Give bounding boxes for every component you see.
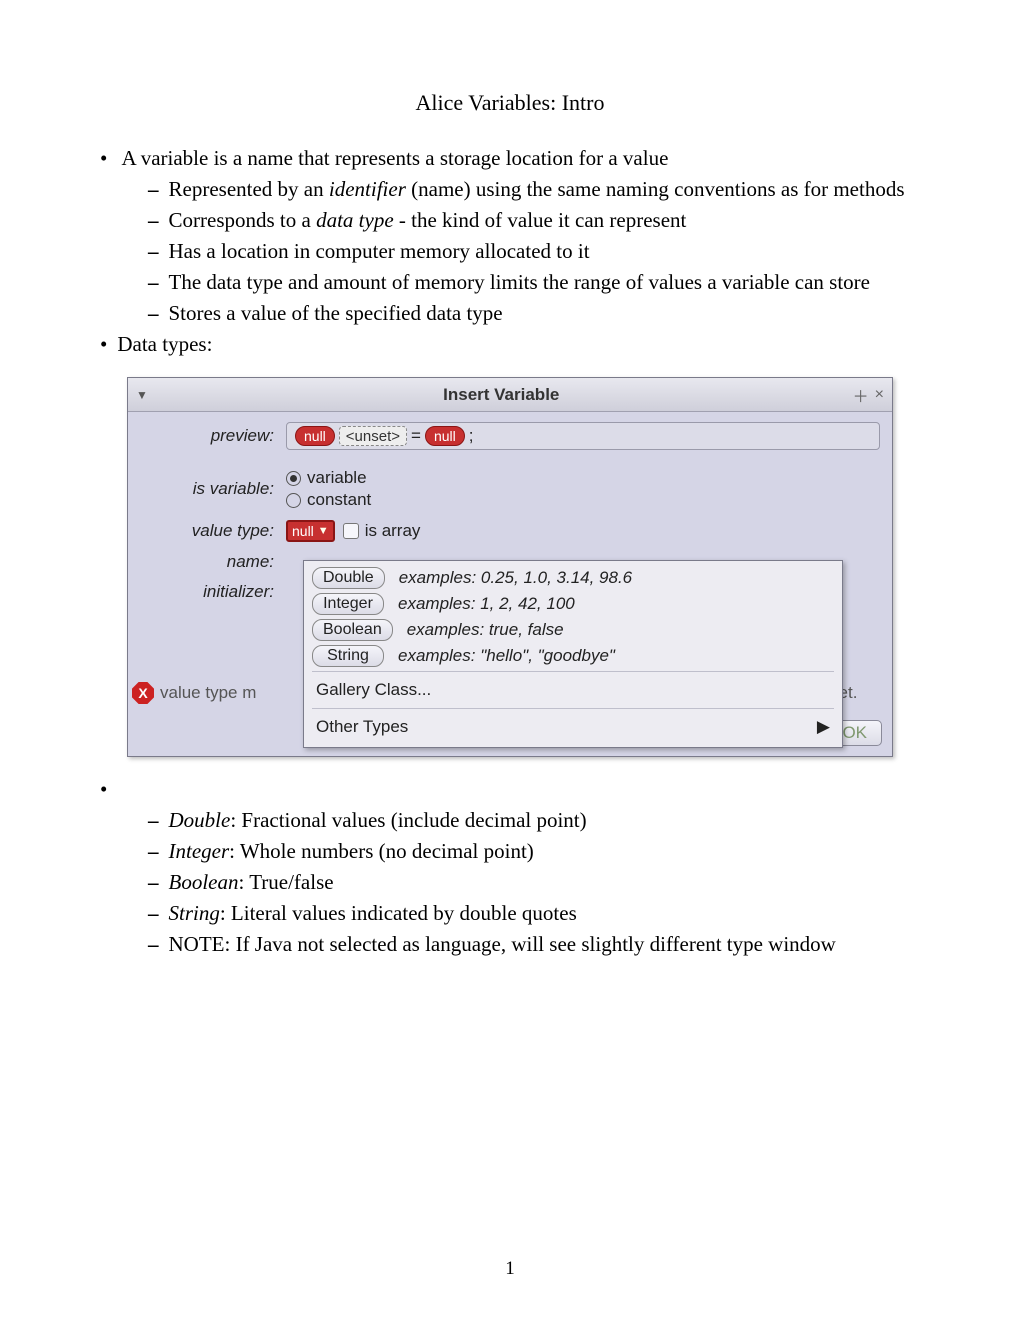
type-button-integer[interactable]: Integer	[312, 593, 384, 615]
row-is-variable: is variable: variable constant	[136, 468, 880, 510]
radio-icon	[286, 471, 301, 486]
popup-row-integer[interactable]: Integer examples: 1, 2, 42, 100	[312, 593, 834, 615]
maximize-icon[interactable]: ＋	[853, 383, 869, 407]
sub-list-1: Represented by an identifier (name) usin…	[148, 177, 920, 326]
desc-integer: Integer: Whole numbers (no decimal point…	[148, 839, 920, 864]
desc-double: Double: Fractional values (include decim…	[148, 808, 920, 833]
desc-sub-list: Double: Fractional values (include decim…	[148, 808, 920, 957]
label-value-type: value type:	[136, 521, 286, 541]
semicolon: ;	[469, 426, 474, 446]
type-button-string[interactable]: String	[312, 645, 384, 667]
null-text: null	[292, 523, 314, 539]
equals-sign: =	[411, 426, 421, 446]
label-preview: preview:	[136, 426, 286, 446]
desc-boolean: Boolean: True/false	[148, 870, 920, 895]
popup-row-boolean[interactable]: Boolean examples: true, false	[312, 619, 834, 641]
chevron-right-icon: ▶	[817, 717, 830, 737]
chevron-down-icon: ▼	[318, 525, 329, 537]
type-examples: examples: true, false	[407, 620, 564, 640]
bullet-variable-def: A variable is a name that represents a s…	[100, 146, 920, 326]
text: A variable is a name that represents a s…	[121, 146, 668, 170]
dialog-body: preview: null <unset> = null ; is variab…	[128, 412, 892, 714]
preview-box: null <unset> = null ;	[286, 422, 880, 450]
sub-identifier: Represented by an identifier (name) usin…	[148, 177, 920, 202]
page-title: Alice Variables: Intro	[100, 90, 920, 116]
unset-chip: <unset>	[339, 426, 407, 446]
sub-datatype: Corresponds to a data type - the kind of…	[148, 208, 920, 233]
type-examples: examples: 1, 2, 42, 100	[398, 594, 575, 614]
is-array-checkbox[interactable]	[343, 523, 359, 539]
menu-dropdown-icon[interactable]: ▼	[136, 388, 148, 402]
sub-memory-loc: Has a location in computer memory alloca…	[148, 239, 920, 264]
dialog-titlebar[interactable]: ▼ Insert Variable ＋ ×	[128, 378, 892, 412]
popup-row-string[interactable]: String examples: "hello", "goodbye"	[312, 645, 834, 667]
radio-constant[interactable]: constant	[286, 490, 371, 510]
popup-other-types[interactable]: Other Types ▶	[312, 713, 834, 741]
desc-string: String: Literal values indicated by doub…	[148, 901, 920, 926]
radio-icon	[286, 493, 301, 508]
label-name: name:	[136, 552, 286, 572]
popup-gallery-class[interactable]: Gallery Class...	[312, 676, 834, 704]
radio-variable[interactable]: variable	[286, 468, 371, 488]
type-examples: examples: "hello", "goodbye"	[398, 646, 615, 666]
radio-label: variable	[307, 468, 367, 488]
type-popup: Double examples: 0.25, 1.0, 3.14, 98.6 I…	[303, 560, 843, 748]
popup-row-double[interactable]: Double examples: 0.25, 1.0, 3.14, 98.6	[312, 567, 834, 589]
is-array-label: is array	[365, 521, 421, 541]
type-examples: examples: 0.25, 1.0, 3.14, 98.6	[399, 568, 632, 588]
sub-range: The data type and amount of memory limit…	[148, 270, 920, 295]
label-initializer: initializer:	[136, 582, 286, 602]
type-button-boolean[interactable]: Boolean	[312, 619, 393, 641]
sub-stores: Stores a value of the specified data typ…	[148, 301, 920, 326]
type-button-double[interactable]: Double	[312, 567, 385, 589]
error-text-left: value type m	[160, 683, 256, 703]
close-icon[interactable]: ×	[875, 386, 884, 404]
radio-label: constant	[307, 490, 371, 510]
top-list: A variable is a name that represents a s…	[100, 146, 920, 357]
dialog-title: Insert Variable	[156, 385, 847, 405]
error-icon: X	[132, 682, 154, 704]
bullet-data-types: Data types:	[100, 332, 920, 357]
page-number: 1	[0, 1258, 1020, 1280]
null-chip-2: null	[425, 426, 465, 446]
null-chip: null	[295, 426, 335, 446]
value-type-dropdown[interactable]: null ▼	[286, 520, 335, 542]
desc-note: NOTE: If Java not selected as language, …	[148, 932, 920, 957]
insert-variable-dialog: ▼ Insert Variable ＋ × preview: null <uns…	[127, 377, 893, 757]
label-is-variable: is variable:	[136, 479, 286, 499]
row-preview: preview: null <unset> = null ;	[136, 422, 880, 450]
row-value-type: value type: null ▼ is array	[136, 520, 880, 542]
desc-list: Double: Fractional values (include decim…	[100, 777, 920, 957]
